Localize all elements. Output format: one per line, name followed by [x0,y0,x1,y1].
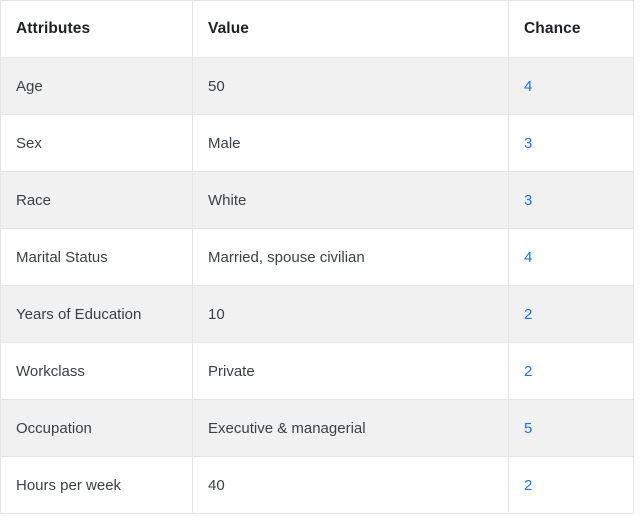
cell-value: White [192,171,509,229]
table-header: Attributes Value Chance [0,0,634,58]
table-row: Workclass Private 2 [0,342,634,400]
attributes-table: Attributes Value Chance Age 50 4 Sex Mal… [0,0,634,514]
cell-attribute: Occupation [0,399,193,457]
cell-value: Married, spouse civilian [192,228,509,286]
cell-attribute: Marital Status [0,228,193,286]
cell-attribute: Sex [0,114,193,172]
table-header-row: Attributes Value Chance [0,0,634,58]
attributes-table-container: Attributes Value Chance Age 50 4 Sex Mal… [0,0,634,514]
cell-chance[interactable]: 5 [508,399,634,457]
cell-chance[interactable]: 4 [508,228,634,286]
table-row: Sex Male 3 [0,114,634,172]
cell-attribute: Years of Education [0,285,193,343]
cell-value: Private [192,342,509,400]
cell-value: 10 [192,285,509,343]
table-row: Marital Status Married, spouse civilian … [0,228,634,286]
cell-attribute: Age [0,57,193,115]
cell-chance[interactable]: 3 [508,114,634,172]
cell-value: Male [192,114,509,172]
column-header-value[interactable]: Value [192,0,509,58]
table-row: Age 50 4 [0,57,634,115]
cell-attribute: Hours per week [0,456,193,514]
cell-value: 50 [192,57,509,115]
table-row: Years of Education 10 2 [0,285,634,343]
cell-chance[interactable]: 3 [508,171,634,229]
cell-value: Executive & managerial [192,399,509,457]
cell-chance[interactable]: 2 [508,342,634,400]
cell-chance[interactable]: 2 [508,285,634,343]
table-row: Hours per week 40 2 [0,456,634,514]
table-row: Occupation Executive & managerial 5 [0,399,634,457]
table-body: Age 50 4 Sex Male 3 Race White 3 Marital… [0,57,634,514]
table-row: Race White 3 [0,171,634,229]
cell-attribute: Workclass [0,342,193,400]
cell-attribute: Race [0,171,193,229]
cell-chance[interactable]: 2 [508,456,634,514]
cell-chance[interactable]: 4 [508,57,634,115]
column-header-attributes[interactable]: Attributes [0,0,193,58]
column-header-chance[interactable]: Chance [508,0,634,58]
cell-value: 40 [192,456,509,514]
